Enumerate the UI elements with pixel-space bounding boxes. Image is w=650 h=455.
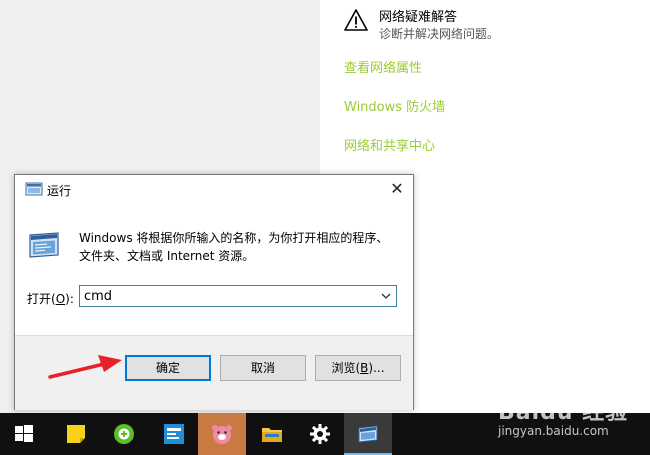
watermark-url: jingyan.baidu.com (498, 424, 609, 438)
start-button[interactable] (0, 413, 48, 455)
run-icon (25, 182, 43, 196)
open-command-combobox[interactable] (79, 285, 397, 307)
annotation-arrow-icon (48, 355, 122, 379)
taskbar-settings[interactable] (296, 413, 344, 455)
browse-button[interactable]: 浏览(B)... (315, 355, 401, 381)
pig-app-icon (212, 425, 232, 444)
taskbar-run[interactable] (344, 413, 392, 455)
run-dialog-title: 运行 (47, 184, 72, 198)
taskbar-sticky-notes[interactable] (52, 413, 100, 455)
cancel-button[interactable]: 取消 (220, 355, 306, 381)
file-explorer-icon (262, 428, 282, 442)
taskbar-green-app[interactable] (100, 413, 148, 455)
sticky-notes-icon (67, 425, 85, 443)
open-label: 打开(O): (27, 292, 74, 306)
watermark-brand: Baidu 经验 (498, 400, 629, 425)
taskbar-file-explorer[interactable] (248, 413, 296, 455)
run-program-icon (29, 232, 59, 258)
troubleshoot-title: 网络疑难解答 (379, 10, 458, 25)
taskbar-pig-app[interactable] (198, 413, 246, 455)
run-icon (358, 425, 378, 443)
troubleshoot-description: 诊断并解决网络问题。 (379, 27, 500, 41)
news-app-icon (164, 424, 184, 444)
command-input[interactable] (84, 286, 364, 306)
close-icon: ✕ (390, 179, 404, 198)
green-app-icon (114, 424, 134, 444)
run-dialog-titlebar[interactable]: 运行 ✕ (15, 175, 413, 205)
run-description: Windows 将根据你所输入的名称，为你打开相应的程序、文件夹、文档或 Int… (79, 231, 389, 263)
windows-firewall-link[interactable]: Windows 防火墙 (344, 96, 445, 115)
close-button[interactable]: ✕ (385, 177, 409, 201)
network-sharing-center-link[interactable]: 网络和共享中心 (344, 135, 435, 154)
ok-button[interactable]: 确定 (125, 355, 211, 381)
chevron-down-icon[interactable] (379, 289, 393, 303)
settings-gear-icon (310, 424, 330, 444)
baidu-watermark: Baidu 经验 jingyan.baidu.com (498, 394, 629, 438)
start-icon (15, 425, 33, 442)
view-network-properties-link[interactable]: 查看网络属性 (344, 57, 422, 76)
taskbar-news-app[interactable] (150, 413, 198, 455)
warning-icon (344, 9, 368, 31)
